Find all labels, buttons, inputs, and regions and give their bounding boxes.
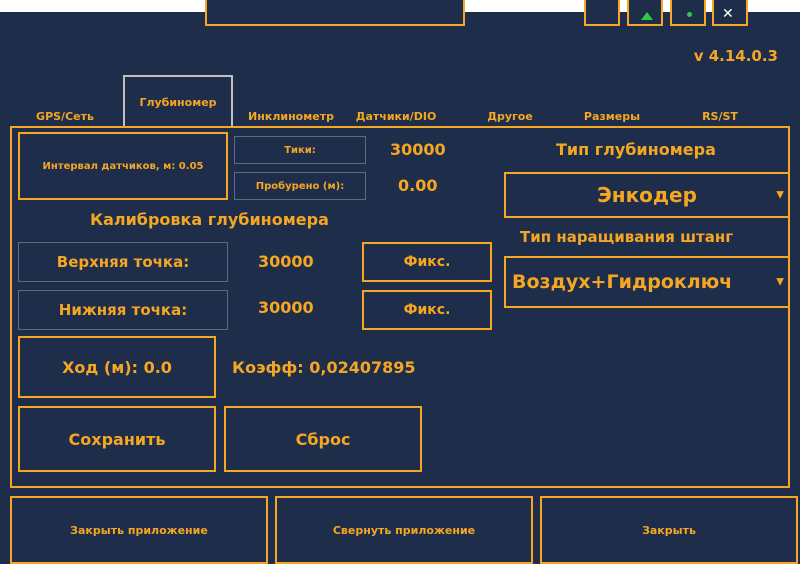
rod-type-selected: Воздух+Гидроключ <box>512 271 733 293</box>
version-label: v 4.14.0.3 <box>693 47 778 65</box>
lower-point-value: 30000 <box>258 298 314 317</box>
close-button[interactable]: Закрыть <box>540 496 798 564</box>
top-icon-button-2[interactable] <box>627 0 663 26</box>
drilled-label: Пробурено (м): <box>234 172 366 200</box>
lower-fix-button[interactable]: Фикс. <box>362 290 492 330</box>
drilled-value: 0.00 <box>398 176 438 195</box>
minimize-app-button[interactable]: Свернуть приложение <box>275 496 533 564</box>
tab-depth-gauge[interactable]: Глубиномер <box>123 75 233 127</box>
signal-icon <box>641 12 653 20</box>
close-app-button[interactable]: Закрыть приложение <box>10 496 268 564</box>
reset-button[interactable]: Сброс <box>224 406 422 472</box>
rod-type-dropdown[interactable]: Воздух+Гидроключ ▼ <box>504 256 790 308</box>
top-icon-button-3[interactable] <box>670 0 706 26</box>
upper-point-label: Верхняя точка: <box>18 242 228 282</box>
depth-type-dropdown[interactable]: Энкодер ▼ <box>504 172 790 218</box>
top-icon-button-1[interactable] <box>584 0 620 26</box>
coefficient-value: Коэфф: 0,02407895 <box>232 358 416 377</box>
status-dot-icon <box>687 12 692 17</box>
upper-point-value: 30000 <box>258 252 314 271</box>
ticks-value: 30000 <box>390 140 446 159</box>
calibration-title: Калибровка глубиномера <box>90 210 329 229</box>
ticks-label: Тики: <box>234 136 366 164</box>
upper-fix-button[interactable]: Фикс. <box>362 242 492 282</box>
depth-type-selected: Энкодер <box>597 183 697 207</box>
chevron-down-icon: ▼ <box>776 276 784 288</box>
save-button[interactable]: Сохранить <box>18 406 216 472</box>
top-icon-button-4[interactable]: ✕ <box>712 0 748 26</box>
top-display-box <box>205 0 465 26</box>
tool-icon: ✕ <box>722 6 734 22</box>
sensor-interval-button[interactable]: Интервал датчиков, м: 0.05 <box>18 132 228 200</box>
rod-type-title: Тип наращивания штанг <box>520 228 734 246</box>
chevron-down-icon: ▼ <box>776 189 784 201</box>
depth-type-title: Тип глубиномера <box>556 140 716 159</box>
lower-point-label: Нижняя точка: <box>18 290 228 330</box>
stroke-button[interactable]: Ход (м): 0.0 <box>18 336 216 398</box>
